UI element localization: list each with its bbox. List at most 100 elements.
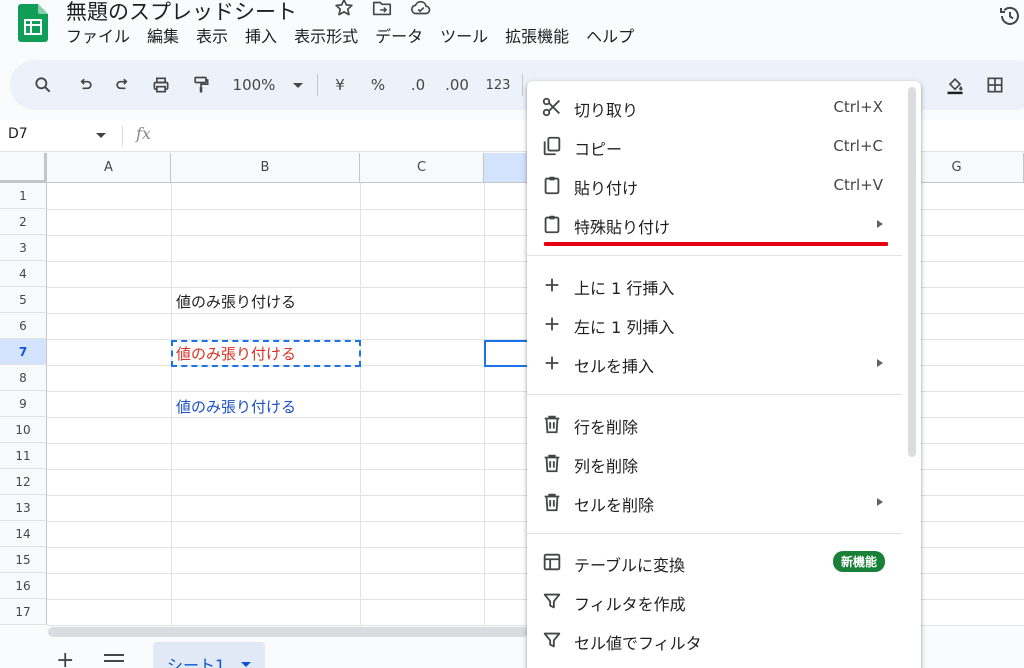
column-header-d[interactable] bbox=[484, 153, 530, 183]
search-menus-button[interactable] bbox=[30, 72, 56, 98]
menu-scrollbar[interactable] bbox=[908, 87, 916, 457]
zoom-dropdown-caret[interactable] bbox=[288, 72, 308, 98]
borders-button[interactable] bbox=[982, 72, 1008, 98]
row-header-selected[interactable]: 7 bbox=[0, 339, 47, 365]
cell-b9[interactable]: 値のみ張り付ける bbox=[176, 396, 296, 417]
scissors-icon bbox=[542, 97, 560, 117]
document-title[interactable]: 無題のスプレッドシート bbox=[66, 0, 297, 26]
column-header-a[interactable]: A bbox=[47, 153, 171, 183]
redo-button[interactable] bbox=[110, 72, 136, 98]
increase-decimal-label: .00 bbox=[445, 76, 469, 94]
row-header[interactable]: 1 bbox=[0, 183, 47, 209]
column-header-c[interactable]: C bbox=[360, 153, 484, 183]
menu-item-label: 切り取り bbox=[574, 101, 639, 120]
move-folder-icon[interactable] bbox=[371, 0, 393, 19]
percent-format-button[interactable]: % bbox=[366, 72, 390, 98]
row-header[interactable]: 2 bbox=[0, 209, 47, 235]
menu-item-filter-by-cell-value[interactable]: セル値でフィルタ bbox=[527, 622, 905, 658]
plus-icon bbox=[545, 278, 559, 292]
currency-format-button[interactable]: ¥ bbox=[328, 72, 352, 98]
filter-icon bbox=[543, 593, 561, 609]
all-sheets-menu-icon[interactable] bbox=[104, 654, 124, 666]
row-header[interactable]: 13 bbox=[0, 495, 47, 521]
row-header[interactable]: 6 bbox=[0, 313, 47, 339]
grid-line bbox=[360, 183, 361, 626]
menu-item-label: 左に 1 列挿入 bbox=[574, 318, 675, 337]
zoom-select[interactable]: 100% bbox=[226, 72, 282, 98]
copy-selection-marquee bbox=[171, 340, 361, 367]
sheets-logo-icon[interactable] bbox=[18, 4, 48, 42]
fill-color-button[interactable] bbox=[942, 72, 968, 98]
menu-item-convert-to-table[interactable]: テーブルに変換 新機能 bbox=[527, 544, 905, 580]
search-icon bbox=[35, 77, 51, 93]
cloud-saved-icon[interactable] bbox=[410, 0, 432, 19]
grid-line bbox=[171, 183, 172, 626]
row-header[interactable]: 14 bbox=[0, 521, 47, 547]
submenu-arrow-icon bbox=[877, 220, 883, 228]
active-cell-d7[interactable] bbox=[484, 340, 530, 367]
menu-view[interactable]: 表示 bbox=[196, 26, 228, 50]
chevron-down-icon[interactable] bbox=[241, 662, 251, 667]
select-all-corner[interactable] bbox=[0, 153, 47, 183]
plus-icon bbox=[545, 317, 559, 331]
decrease-decimal-button[interactable]: .0 bbox=[404, 72, 432, 98]
menu-item-cut[interactable]: 切り取り Ctrl+X bbox=[527, 89, 905, 125]
menu-item-insert-column-left[interactable]: 左に 1 列挿入 bbox=[527, 306, 905, 342]
menu-item-insert-row-above[interactable]: 上に 1 行挿入 bbox=[527, 267, 905, 303]
increase-decimal-button[interactable]: .00 bbox=[442, 72, 472, 98]
menu-item-insert-cells[interactable]: セルを挿入 bbox=[527, 345, 905, 381]
row-header[interactable]: 5 bbox=[0, 287, 47, 313]
clipboard-icon bbox=[544, 215, 560, 234]
borders-icon bbox=[987, 77, 1003, 93]
clipboard-icon bbox=[544, 176, 560, 195]
row-header[interactable]: 8 bbox=[0, 365, 47, 391]
star-icon[interactable] bbox=[333, 0, 355, 19]
menu-item-delete-cells[interactable]: セルを削除 bbox=[527, 484, 905, 520]
undo-button[interactable] bbox=[72, 72, 98, 98]
menu-help[interactable]: ヘルプ bbox=[586, 26, 634, 50]
menu-item-label: コピー bbox=[574, 140, 623, 159]
row-header[interactable]: 3 bbox=[0, 235, 47, 261]
sheet-tab-active[interactable]: シート1 bbox=[153, 642, 265, 668]
row-header[interactable]: 4 bbox=[0, 261, 47, 287]
menu-extensions[interactable]: 拡張機能 bbox=[505, 26, 569, 50]
horizontal-scrollbar[interactable] bbox=[48, 627, 528, 637]
menu-item-label: セル値でフィルタ bbox=[574, 634, 702, 653]
menu-item-shortcut: Ctrl+X bbox=[833, 98, 883, 116]
version-history-icon[interactable] bbox=[998, 4, 1022, 28]
row-header[interactable]: 17 bbox=[0, 599, 47, 625]
menu-item-delete-row[interactable]: 行を削除 bbox=[527, 406, 905, 442]
row-header[interactable]: 15 bbox=[0, 547, 47, 573]
row-header[interactable]: 12 bbox=[0, 469, 47, 495]
print-button[interactable] bbox=[148, 72, 174, 98]
name-box[interactable]: D7 bbox=[8, 126, 28, 142]
row-header[interactable]: 16 bbox=[0, 573, 47, 599]
menu-format[interactable]: 表示形式 bbox=[294, 26, 358, 50]
menu-edit[interactable]: 編集 bbox=[147, 26, 179, 50]
menu-separator bbox=[527, 394, 902, 395]
row-header[interactable]: 10 bbox=[0, 417, 47, 443]
menu-file[interactable]: ファイル bbox=[66, 26, 130, 50]
filter-icon bbox=[543, 632, 561, 648]
menu-tools[interactable]: ツール bbox=[440, 26, 488, 50]
new-feature-badge: 新機能 bbox=[832, 551, 885, 572]
column-header-b[interactable]: B bbox=[171, 153, 360, 183]
more-formats-button[interactable]: 123 bbox=[482, 72, 514, 98]
trash-icon bbox=[544, 454, 560, 473]
menu-item-paste[interactable]: 貼り付け Ctrl+V bbox=[527, 167, 905, 203]
menu-item-copy[interactable]: コピー Ctrl+C bbox=[527, 128, 905, 164]
add-sheet-button[interactable]: + bbox=[56, 648, 74, 668]
row-header[interactable]: 9 bbox=[0, 391, 47, 417]
chevron-down-icon[interactable] bbox=[96, 133, 106, 138]
paint-format-button[interactable] bbox=[188, 72, 214, 98]
menu-item-shortcut: Ctrl+V bbox=[833, 176, 883, 194]
menu-insert[interactable]: 挿入 bbox=[245, 26, 277, 50]
row-header[interactable]: 11 bbox=[0, 443, 47, 469]
cell-b5[interactable]: 値のみ張り付ける bbox=[176, 291, 296, 312]
menu-item-shortcut: Ctrl+C bbox=[833, 137, 883, 155]
menu-item-delete-column[interactable]: 列を削除 bbox=[527, 445, 905, 481]
menu-item-paste-special[interactable]: 特殊貼り付け bbox=[527, 206, 905, 242]
menu-data[interactable]: データ bbox=[375, 26, 423, 50]
menu-item-label: テーブルに変換 bbox=[574, 556, 686, 575]
menu-item-create-filter[interactable]: フィルタを作成 bbox=[527, 583, 905, 619]
